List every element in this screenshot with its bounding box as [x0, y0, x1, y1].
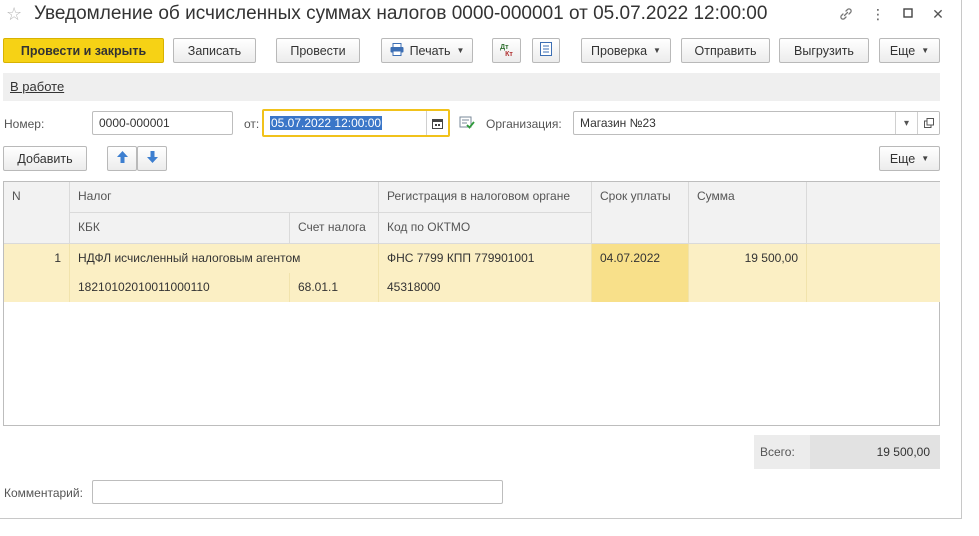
add-row-button[interactable]: Добавить [3, 146, 87, 171]
chevron-down-icon: ▼ [921, 46, 930, 55]
dropdown-arrow-icon[interactable]: ▾ [895, 112, 917, 134]
date-label: от: [244, 117, 260, 131]
report-list-icon [540, 42, 552, 59]
cell-tax: НДФЛ исчисленный налоговым агентом [70, 244, 379, 273]
check-label: Проверка [591, 43, 648, 58]
export-label: Выгрузить [794, 43, 854, 58]
printer-icon [390, 42, 404, 59]
organization-label: Организация: [486, 117, 562, 131]
more-button[interactable]: Еще ▼ [879, 38, 940, 63]
more-label: Еще [889, 43, 916, 58]
window-title: Уведомление об исчисленных суммах налого… [34, 3, 768, 24]
taxes-table: N Налог Регистрация в налоговом органе С… [3, 181, 940, 426]
dt-kt-icon: Дт Кт [500, 43, 513, 58]
arrow-up-icon [116, 151, 128, 166]
post-and-close-button[interactable]: Провести и закрыть [3, 38, 164, 63]
col-header-amount[interactable]: Сумма [689, 182, 807, 244]
table-more-label: Еще [889, 151, 916, 166]
move-down-button[interactable] [137, 146, 167, 171]
cell-n: 1 [4, 244, 70, 302]
post-button[interactable]: Провести [276, 38, 360, 63]
cell-due-date: 04.07.2022 [592, 244, 689, 302]
organization-value: Магазин №23 [580, 116, 656, 130]
link-icon[interactable] [836, 6, 856, 25]
org-status-icon[interactable] [459, 115, 475, 132]
check-button[interactable]: Проверка ▼ [581, 38, 671, 63]
add-row-label: Добавить [17, 151, 73, 166]
more-vertical-icon[interactable]: ⋮ [868, 6, 888, 23]
cell-kbk: 18210102010011000110 [70, 273, 290, 302]
number-value: 0000-000001 [99, 116, 170, 130]
close-icon[interactable]: ✕ [928, 6, 948, 23]
export-button[interactable]: Выгрузить [779, 38, 869, 63]
dt-kt-button[interactable]: Дт Кт [492, 38, 521, 63]
chevron-down-icon: ▼ [653, 46, 661, 55]
cell-amount: 19 500,00 [689, 244, 807, 302]
print-label: Печать [409, 43, 451, 58]
arrow-down-icon [146, 151, 158, 166]
cell-empty [807, 244, 940, 302]
total-value: 19 500,00 [810, 435, 940, 469]
cell-account: 68.01.1 [290, 273, 379, 302]
maximize-icon[interactable] [898, 6, 918, 22]
col-header-tax[interactable]: Налог [70, 182, 379, 213]
col-header-n[interactable]: N [4, 182, 70, 244]
organization-field[interactable]: Магазин №23 ▾ [573, 111, 940, 135]
col-header-due-date[interactable]: Срок уплаты [592, 182, 689, 244]
send-label: Отправить [694, 43, 757, 58]
post-and-close-label: Провести и закрыть [20, 43, 147, 58]
col-header-empty [807, 182, 940, 244]
table-more-button[interactable]: Еще ▼ [879, 146, 940, 171]
document-window: ☆ Уведомление об исчисленных суммах нало… [0, 0, 962, 519]
col-header-kbk[interactable]: КБК [70, 213, 290, 244]
favorite-star-icon[interactable]: ☆ [6, 4, 22, 25]
number-label: Номер: [4, 117, 45, 131]
cell-registration: ФНС 7799 КПП 779901001 [379, 244, 592, 273]
open-form-icon[interactable] [917, 112, 939, 134]
chevron-down-icon: ▼ [921, 154, 930, 163]
status-bar: В работе [3, 73, 940, 101]
date-value: 05.07.2022 12:00:00 [270, 116, 383, 130]
comment-label: Комментарий: [4, 486, 83, 500]
send-button[interactable]: Отправить [681, 38, 770, 63]
title-bar: ☆ Уведомление об исчисленных суммах нало… [0, 0, 962, 32]
calendar-icon[interactable] [426, 111, 448, 135]
comment-field[interactable] [92, 480, 503, 504]
col-header-oktmo[interactable]: Код по ОКТМО [379, 213, 592, 244]
col-header-account[interactable]: Счет налога [290, 213, 379, 244]
col-header-registration[interactable]: Регистрация в налоговом органе [379, 182, 592, 213]
total-panel: Всего: 19 500,00 [754, 435, 940, 469]
number-field[interactable]: 0000-000001 [92, 111, 233, 135]
save-button[interactable]: Записать [173, 38, 256, 63]
chevron-down-icon: ▼ [456, 46, 465, 55]
move-up-button[interactable] [107, 146, 137, 171]
cell-oktmo: 45318000 [379, 273, 592, 302]
date-field[interactable]: 05.07.2022 12:00:00 [262, 109, 450, 137]
total-label: Всего: [760, 445, 795, 459]
status-link[interactable]: В работе [10, 79, 64, 94]
print-button[interactable]: Печать ▼ [381, 38, 473, 63]
report-button[interactable] [532, 38, 560, 63]
post-label: Провести [290, 43, 346, 58]
save-label: Записать [187, 43, 242, 58]
